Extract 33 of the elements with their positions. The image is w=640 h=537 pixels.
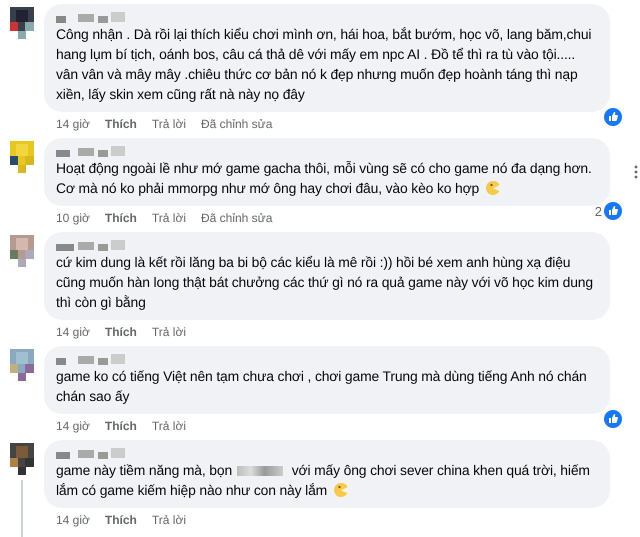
comment-text: game ko có tiếng Việt nên tạm chưa chơi , chơi game Trung mà dùng tiếng Anh nó chán chán sao ấy	[56, 367, 588, 406]
like-link[interactable]: Thích	[104, 117, 137, 131]
avatar[interactable]	[7, 4, 37, 40]
pacman-face-emoji-icon	[333, 482, 350, 498]
reply-link[interactable]: Trả lời	[152, 211, 186, 225]
edited-label[interactable]: Đã chỉnh sửa	[200, 117, 272, 131]
pacman-face-emoji-icon	[485, 180, 502, 196]
edited-label[interactable]: Đã chỉnh sửa	[200, 211, 272, 225]
blurred-word	[237, 466, 284, 476]
thumbs-up-icon	[604, 202, 622, 220]
comment-time[interactable]: 10 giờ	[56, 211, 90, 225]
reply-link[interactable]: Trả lời	[152, 419, 186, 433]
comment-time[interactable]: 14 giờ	[56, 325, 90, 339]
reply-link[interactable]: Trả lời	[152, 117, 186, 131]
reply-link[interactable]: Trả lời	[152, 325, 186, 339]
like-link[interactable]: Thích	[104, 513, 137, 527]
thumbs-up-icon	[604, 410, 622, 428]
like-link[interactable]: Thích	[104, 211, 137, 225]
comment-time[interactable]: 14 giờ	[56, 117, 90, 131]
like-link[interactable]: Thích	[104, 325, 137, 339]
comment-text: game này tiềm năng mà, bọn với mấy ông chơi sever china khen quá trời, hiếm lắm có game kiếm hiệp nào như con này lắm	[56, 461, 591, 500]
comment-time[interactable]: 14 giờ	[56, 419, 90, 433]
thumbs-up-icon	[604, 108, 622, 126]
reply-link[interactable]: Trả lời	[152, 513, 186, 527]
avatar[interactable]	[7, 138, 37, 174]
comment-time[interactable]: 14 giờ	[56, 513, 90, 527]
comment-text: Hoạt động ngoài lề như mớ game gacha thôi, mỗi vùng sẽ có cho game nó đa dạng hơn. Cơ mà nó ko phải mmorpg như mớ ông hay chơi đâu, vào kèo ko hợp	[56, 159, 593, 198]
like-link[interactable]: Thích	[104, 419, 137, 433]
avatar[interactable]	[7, 440, 37, 476]
more-options-icon[interactable]	[634, 165, 638, 179]
reaction-count[interactable]: 2	[594, 204, 602, 218]
comment-text: Công nhận . Dà rồi lại thích kiểu chơi mình ơn, hái hoa, bắt bướm, học võ, lang băm,chui hang lụm bí tịch, oánh bos, câu cá thả dê với mấy em npc AI . Đồ tể thì ra tù vào tội..... vân vân và mây mây .chiêu thức cơ bản nó k đẹp nhưng muốn đẹp hoành táng thì nạp xiền, lấy skin xem cũng rất nà này nọ đây	[56, 25, 592, 104]
comment-text: cứ kim dung là kết rồi lăng ba bi bộ các kiểu là mê rồi :)) hồi bé xem anh hùng xạ điệu cũng muốn hàn long thật bát chưởng các thứ gì nó ra quả game này với võ học kim dung thì còn gì bằng	[56, 253, 594, 312]
